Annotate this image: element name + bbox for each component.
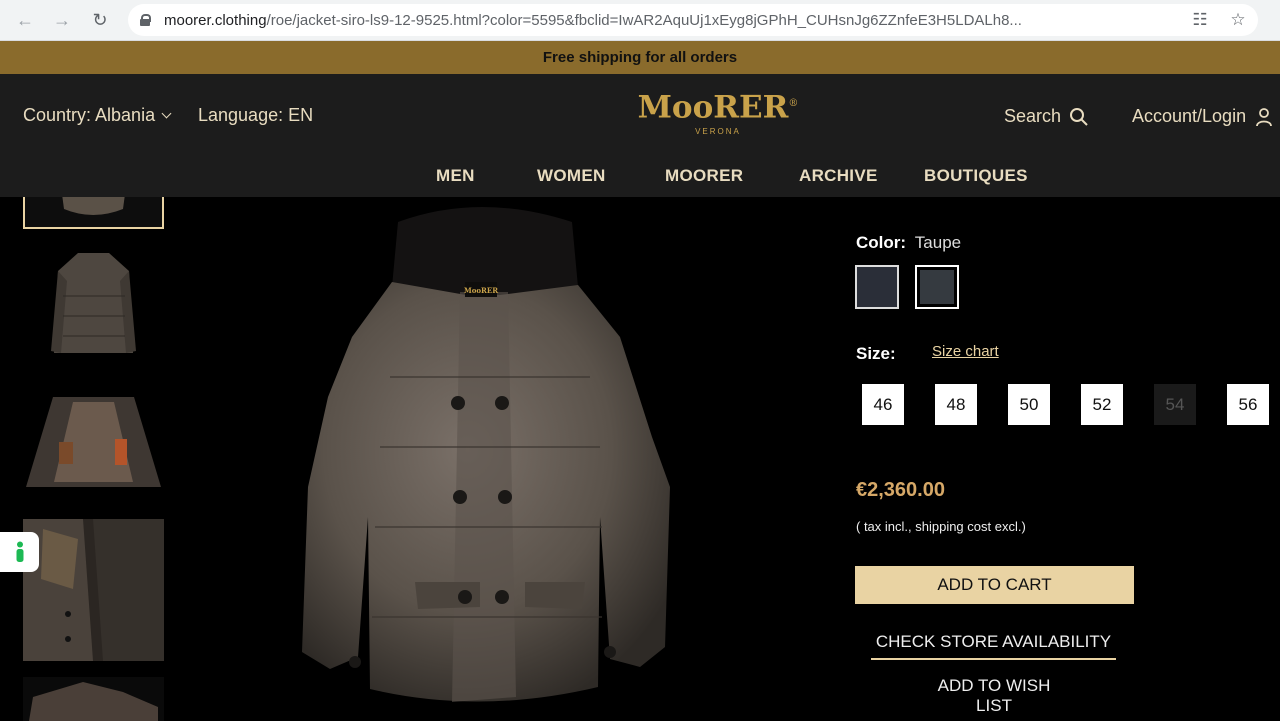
size-option[interactable]: 56: [1227, 384, 1269, 425]
size-chart-link[interactable]: Size chart: [932, 343, 999, 360]
add-to-wish-list-button[interactable]: ADD TO WISH LIST: [919, 676, 1069, 721]
thumbnail-jacket-lining-image: [23, 387, 164, 499]
size-option[interactable]: 50: [1008, 384, 1050, 425]
product-thumbnail[interactable]: [23, 197, 164, 229]
product-price: €2,360.00: [856, 479, 945, 501]
language-selector[interactable]: Language: EN: [198, 105, 313, 126]
product-main-image: MooRER: [302, 207, 670, 702]
reload-icon[interactable]: ↻: [89, 9, 111, 31]
accessibility-person-icon: [16, 541, 23, 562]
logo-registered-mark: ®: [788, 98, 799, 109]
product-thumbnail[interactable]: [23, 677, 164, 721]
address-bar[interactable]: moorer.clothing/roe/jacket-siro-ls9-12-9…: [128, 4, 1258, 36]
color-label: Color: Taupe: [856, 233, 961, 253]
check-store-availability-button[interactable]: CHECK STORE AVAILABILITY: [871, 632, 1116, 660]
nav-item-boutiques[interactable]: BOUTIQUES: [924, 166, 1028, 186]
color-swatch-navy[interactable]: [855, 265, 899, 309]
search-label: Search: [1004, 106, 1062, 126]
size-option[interactable]: 46: [862, 384, 904, 425]
color-label-text: Color:: [856, 233, 907, 252]
thumbnail-jacket-image: [25, 197, 162, 227]
bookmark-star-icon[interactable]: ☆: [1228, 10, 1248, 30]
search-button[interactable]: Search: [1004, 106, 1089, 127]
product-page: MooRER Color: Taupe Size: Size chart 46 …: [0, 197, 1280, 721]
tax-note: ( tax incl., shipping cost excl.): [856, 519, 1026, 534]
announcement-bar: Free shipping for all orders: [0, 41, 1280, 74]
thumbnail-jacket-detail-image: [23, 519, 164, 661]
nav-item-women[interactable]: WOMEN: [537, 166, 606, 186]
product-thumbnail[interactable]: [23, 387, 164, 499]
logo-subtitle: VERONA: [695, 127, 741, 137]
nav-item-men[interactable]: MEN: [436, 166, 475, 186]
product-thumbnail[interactable]: [23, 519, 164, 661]
country-label: Country: Albania: [23, 105, 156, 125]
size-option[interactable]: 52: [1081, 384, 1123, 425]
size-option-unavailable: 54: [1154, 384, 1196, 425]
back-icon[interactable]: ←: [14, 9, 36, 31]
size-label: Size:: [856, 344, 896, 363]
size-option[interactable]: 48: [935, 384, 977, 425]
product-thumbnail[interactable]: [23, 241, 164, 366]
thumbnail-jacket-back-image: [51, 253, 136, 353]
url-text: moorer.clothing/roe/jacket-siro-ls9-12-9…: [164, 11, 1022, 29]
brand-logo[interactable]: MooRER® VERONA: [620, 86, 816, 142]
nav-item-moorer[interactable]: MOORER: [665, 166, 743, 186]
accessibility-widget-button[interactable]: [0, 532, 39, 572]
nav-item-archive[interactable]: ARCHIVE: [799, 166, 878, 186]
site-header: Country: Albania Language: EN MooRER® VE…: [0, 74, 1280, 197]
account-label: Account/Login: [1132, 106, 1247, 126]
image-brand-label: MooRER: [464, 286, 498, 295]
color-value: Taupe: [914, 233, 962, 252]
chevron-down-icon: [161, 108, 172, 119]
translate-icon[interactable]: ☷: [1190, 10, 1210, 30]
announcement-text: Free shipping for all orders: [542, 49, 738, 66]
main-navigation: MEN WOMEN MOORER ARCHIVE BOUTIQUES: [0, 166, 1280, 190]
country-selector[interactable]: Country: Albania: [23, 105, 172, 126]
search-icon: [1070, 107, 1088, 126]
browser-toolbar: ← → ↻ moorer.clothing/roe/jacket-siro-ls…: [0, 0, 1280, 41]
logo-wordmark: MooRER: [637, 89, 789, 126]
add-to-cart-button[interactable]: ADD TO CART: [855, 566, 1134, 604]
thumbnail-jacket-fur-image: [23, 677, 164, 721]
forward-icon[interactable]: →: [51, 9, 73, 31]
user-icon: [1256, 107, 1272, 126]
account-login-button[interactable]: Account/Login: [1132, 106, 1274, 127]
lock-icon: [140, 14, 151, 26]
color-swatch-taupe[interactable]: [915, 265, 959, 309]
